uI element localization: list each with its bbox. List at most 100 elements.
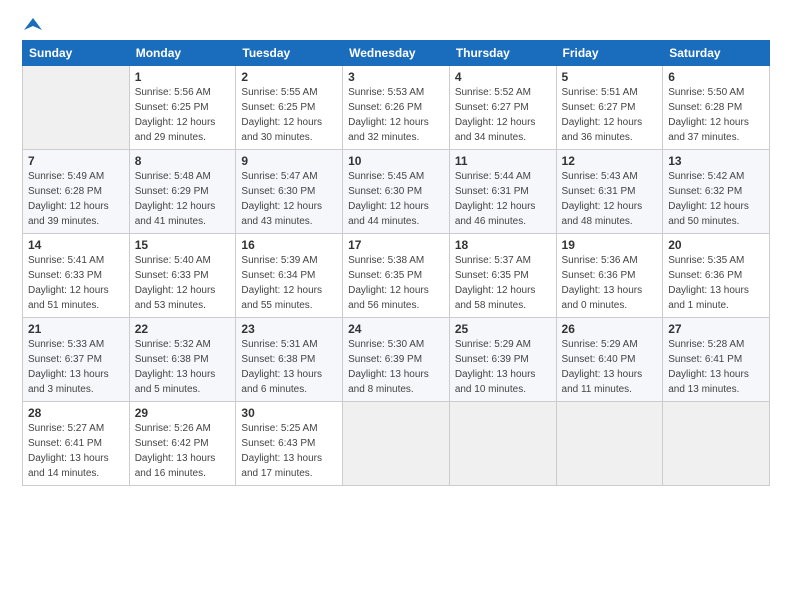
- day-detail: Sunrise: 5:31 AMSunset: 6:38 PMDaylight:…: [241, 339, 322, 395]
- day-number: 20: [668, 238, 764, 252]
- day-number: 22: [135, 322, 231, 336]
- day-detail: Sunrise: 5:25 AMSunset: 6:43 PMDaylight:…: [241, 423, 322, 479]
- calendar-cell: [23, 66, 130, 150]
- calendar-cell: 6Sunrise: 5:50 AMSunset: 6:28 PMDaylight…: [663, 66, 770, 150]
- header: [22, 18, 770, 34]
- weekday-header: Sunday: [23, 41, 130, 66]
- calendar-cell: 30 Sunrise: 5:25 AMSunset: 6:43 PMDayligh…: [236, 402, 343, 486]
- day-number: 9: [241, 154, 337, 168]
- calendar-week-row: 7 Sunrise: 5:49 AMSunset: 6:28 PMDaylight…: [23, 150, 770, 234]
- calendar-cell: 12 Sunrise: 5:43 AMSunset: 6:31 PMDayligh…: [556, 150, 663, 234]
- day-detail: Sunrise: 5:52 AMSunset: 6:27 PMDaylight:…: [455, 87, 536, 143]
- day-number: 23: [241, 322, 337, 336]
- calendar-cell: 20 Sunrise: 5:35 AMSunset: 6:36 PMDayligh…: [663, 234, 770, 318]
- day-detail: Sunrise: 5:38 AMSunset: 6:35 PMDaylight:…: [348, 255, 429, 311]
- weekday-header: Friday: [556, 41, 663, 66]
- calendar-table: SundayMondayTuesdayWednesdayThursdayFrid…: [22, 40, 770, 486]
- day-detail: Sunrise: 5:48 AMSunset: 6:29 PMDaylight:…: [135, 171, 216, 227]
- day-number: 27: [668, 322, 764, 336]
- weekday-header: Tuesday: [236, 41, 343, 66]
- day-detail: Sunrise: 5:53 AMSunset: 6:26 PMDaylight:…: [348, 87, 429, 143]
- day-number: 29: [135, 406, 231, 420]
- day-detail: Sunrise: 5:28 AMSunset: 6:41 PMDaylight:…: [668, 339, 749, 395]
- day-detail: Sunrise: 5:44 AMSunset: 6:31 PMDaylight:…: [455, 171, 536, 227]
- calendar-cell: 2Sunrise: 5:55 AMSunset: 6:25 PMDaylight…: [236, 66, 343, 150]
- day-number: 4: [455, 70, 551, 84]
- calendar-cell: 25 Sunrise: 5:29 AMSunset: 6:39 PMDayligh…: [449, 318, 556, 402]
- day-detail: Sunrise: 5:49 AMSunset: 6:28 PMDaylight:…: [28, 171, 109, 227]
- calendar-cell: 13 Sunrise: 5:42 AMSunset: 6:32 PMDayligh…: [663, 150, 770, 234]
- calendar-cell: 28 Sunrise: 5:27 AMSunset: 6:41 PMDayligh…: [23, 402, 130, 486]
- calendar-cell: 1Sunrise: 5:56 AMSunset: 6:25 PMDaylight…: [129, 66, 236, 150]
- calendar-cell: 5Sunrise: 5:51 AMSunset: 6:27 PMDaylight…: [556, 66, 663, 150]
- day-number: 10: [348, 154, 444, 168]
- day-detail: Sunrise: 5:42 AMSunset: 6:32 PMDaylight:…: [668, 171, 749, 227]
- day-detail: Sunrise: 5:32 AMSunset: 6:38 PMDaylight:…: [135, 339, 216, 395]
- calendar-cell: 4 Sunrise: 5:52 AMSunset: 6:27 PMDaylight…: [449, 66, 556, 150]
- calendar-cell: 8 Sunrise: 5:48 AMSunset: 6:29 PMDaylight…: [129, 150, 236, 234]
- calendar-cell: 21 Sunrise: 5:33 AMSunset: 6:37 PMDayligh…: [23, 318, 130, 402]
- day-detail: Sunrise: 5:27 AMSunset: 6:41 PMDaylight:…: [28, 423, 109, 479]
- calendar-cell: [343, 402, 450, 486]
- day-number: 28: [28, 406, 124, 420]
- day-detail: Sunrise: 5:41 AMSunset: 6:33 PMDaylight:…: [28, 255, 109, 311]
- day-detail: Sunrise: 5:37 AMSunset: 6:35 PMDaylight:…: [455, 255, 536, 311]
- logo: [22, 18, 42, 34]
- calendar-body: 1Sunrise: 5:56 AMSunset: 6:25 PMDaylight…: [23, 66, 770, 486]
- day-detail: Sunrise: 5:35 AMSunset: 6:36 PMDaylight:…: [668, 255, 749, 311]
- day-number: 24: [348, 322, 444, 336]
- calendar-cell: 24 Sunrise: 5:30 AMSunset: 6:39 PMDayligh…: [343, 318, 450, 402]
- calendar-cell: 14 Sunrise: 5:41 AMSunset: 6:33 PMDayligh…: [23, 234, 130, 318]
- calendar-cell: 26 Sunrise: 5:29 AMSunset: 6:40 PMDayligh…: [556, 318, 663, 402]
- calendar-cell: [663, 402, 770, 486]
- calendar-cell: [449, 402, 556, 486]
- day-number: 16: [241, 238, 337, 252]
- calendar-cell: 7 Sunrise: 5:49 AMSunset: 6:28 PMDaylight…: [23, 150, 130, 234]
- day-detail: Sunrise: 5:40 AMSunset: 6:33 PMDaylight:…: [135, 255, 216, 311]
- day-number: 18: [455, 238, 551, 252]
- day-detail: Sunrise: 5:33 AMSunset: 6:37 PMDaylight:…: [28, 339, 109, 395]
- calendar-week-row: 28 Sunrise: 5:27 AMSunset: 6:41 PMDayligh…: [23, 402, 770, 486]
- calendar-cell: 15 Sunrise: 5:40 AMSunset: 6:33 PMDayligh…: [129, 234, 236, 318]
- day-number: 11: [455, 154, 551, 168]
- day-detail: Sunrise: 5:47 AMSunset: 6:30 PMDaylight:…: [241, 171, 322, 227]
- calendar-cell: 22 Sunrise: 5:32 AMSunset: 6:38 PMDayligh…: [129, 318, 236, 402]
- day-detail: Sunrise: 5:39 AMSunset: 6:34 PMDaylight:…: [241, 255, 322, 311]
- day-number: 3: [348, 70, 444, 84]
- day-detail: Sunrise: 5:26 AMSunset: 6:42 PMDaylight:…: [135, 423, 216, 479]
- day-number: 21: [28, 322, 124, 336]
- day-number: 14: [28, 238, 124, 252]
- day-detail: Sunrise: 5:29 AMSunset: 6:39 PMDaylight:…: [455, 339, 536, 395]
- day-number: 30: [241, 406, 337, 420]
- calendar-header-row: SundayMondayTuesdayWednesdayThursdayFrid…: [23, 41, 770, 66]
- day-detail: Sunrise: 5:36 AMSunset: 6:36 PMDaylight:…: [562, 255, 643, 311]
- calendar-cell: 16 Sunrise: 5:39 AMSunset: 6:34 PMDayligh…: [236, 234, 343, 318]
- day-number: 8: [135, 154, 231, 168]
- day-number: 26: [562, 322, 658, 336]
- weekday-header: Saturday: [663, 41, 770, 66]
- day-detail: Sunrise: 5:55 AMSunset: 6:25 PMDaylight:…: [241, 87, 322, 143]
- day-number: 1: [135, 70, 231, 84]
- day-detail: Sunrise: 5:50 AMSunset: 6:28 PMDaylight:…: [668, 87, 749, 143]
- weekday-header: Monday: [129, 41, 236, 66]
- calendar-cell: 23 Sunrise: 5:31 AMSunset: 6:38 PMDayligh…: [236, 318, 343, 402]
- calendar-cell: 18 Sunrise: 5:37 AMSunset: 6:35 PMDayligh…: [449, 234, 556, 318]
- day-detail: Sunrise: 5:51 AMSunset: 6:27 PMDaylight:…: [562, 87, 643, 143]
- day-number: 25: [455, 322, 551, 336]
- day-detail: Sunrise: 5:43 AMSunset: 6:31 PMDaylight:…: [562, 171, 643, 227]
- day-number: 7: [28, 154, 124, 168]
- weekday-header: Thursday: [449, 41, 556, 66]
- day-number: 19: [562, 238, 658, 252]
- weekday-header: Wednesday: [343, 41, 450, 66]
- calendar-cell: 11 Sunrise: 5:44 AMSunset: 6:31 PMDayligh…: [449, 150, 556, 234]
- day-number: 15: [135, 238, 231, 252]
- day-number: 13: [668, 154, 764, 168]
- calendar-cell: 9 Sunrise: 5:47 AMSunset: 6:30 PMDaylight…: [236, 150, 343, 234]
- day-number: 12: [562, 154, 658, 168]
- calendar-cell: 19 Sunrise: 5:36 AMSunset: 6:36 PMDayligh…: [556, 234, 663, 318]
- day-detail: Sunrise: 5:30 AMSunset: 6:39 PMDaylight:…: [348, 339, 429, 395]
- day-detail: Sunrise: 5:29 AMSunset: 6:40 PMDaylight:…: [562, 339, 643, 395]
- page: SundayMondayTuesdayWednesdayThursdayFrid…: [0, 0, 792, 498]
- logo-bird-icon: [24, 16, 42, 34]
- calendar-cell: [556, 402, 663, 486]
